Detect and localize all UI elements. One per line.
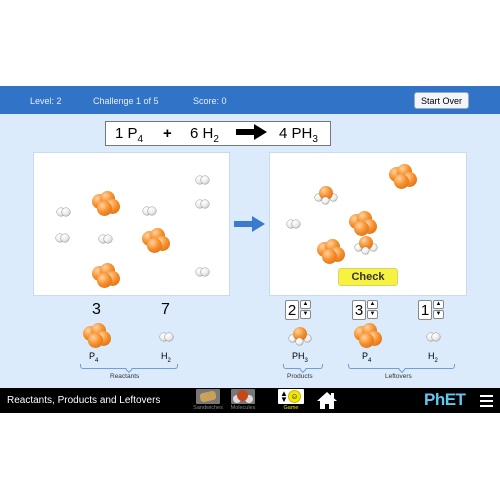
nav-label: Molecules [230, 405, 256, 411]
p4-molecule [317, 239, 345, 265]
nav-label: Game [283, 405, 299, 411]
phet-logo[interactable]: PhET [424, 390, 466, 410]
increment-button[interactable]: ▲ [300, 300, 311, 309]
reactant1-term: 1 P4 [115, 125, 143, 145]
start-over-button[interactable]: Start Over [414, 92, 469, 109]
increment-button[interactable]: ▲ [367, 300, 378, 309]
h2-molecule [196, 268, 210, 276]
product-term: 4 PH3 [279, 125, 318, 145]
h2-icon [427, 333, 441, 341]
decrement-button[interactable]: ▼ [433, 310, 444, 319]
leftovers-label: Leftovers [385, 373, 412, 380]
increment-button[interactable]: ▲ [433, 300, 444, 309]
level-text: Level: 2 [30, 96, 62, 106]
formula-sub: 4 [368, 357, 372, 364]
reaction-arrow-icon [236, 123, 268, 145]
h2-molecule [196, 200, 210, 208]
formula: PH [292, 351, 305, 361]
p4-molecule [389, 164, 417, 190]
nav-sandwiches-button[interactable]: Sandwiches [191, 389, 225, 411]
hamburger-menu-icon[interactable] [480, 395, 493, 410]
nav-label: Sandwiches [193, 405, 223, 411]
formula-sub: 3 [304, 357, 308, 364]
check-button[interactable]: Check [338, 268, 398, 286]
h2-molecule [99, 235, 113, 243]
reactant2-sub: 2 [213, 134, 219, 145]
spinner-value[interactable]: 2 [285, 300, 299, 320]
spinner-value[interactable]: 3 [352, 300, 366, 320]
nav-molecules-button[interactable]: Molecules [226, 389, 260, 411]
reactants-label: Reactants [110, 373, 140, 380]
product-formula: PH [291, 125, 313, 142]
formula-sub: 4 [95, 357, 99, 364]
reactant2-term: 6 H2 [190, 125, 219, 145]
spinner-value[interactable]: 1 [418, 300, 432, 320]
h2-molecule [57, 208, 71, 216]
product-sub: 3 [312, 134, 318, 145]
h2-icon [160, 333, 174, 341]
products-bracket [283, 364, 323, 369]
equation-box: 1 P4 + 6 H2 4 PH3 [105, 121, 331, 146]
challenge-text: Challenge 1 of 5 [93, 96, 159, 106]
h2-molecule [56, 234, 70, 242]
h2-molecule [196, 176, 210, 184]
h2-molecule [287, 220, 301, 228]
reactants-bracket [80, 364, 178, 369]
ph3-molecule [315, 186, 337, 204]
leftovers-bracket [348, 364, 455, 369]
formula-sub: 2 [434, 357, 438, 364]
reactant2-formula: H [202, 125, 214, 142]
sandwich-icon [196, 389, 220, 404]
reactant-count-p4: 3 [92, 301, 101, 318]
p4-molecule [92, 263, 120, 289]
reactant2-coef: 6 [190, 125, 199, 142]
reactant-label-h2: H2 [161, 351, 171, 364]
sim-title: Reactants, Products and Leftovers [7, 395, 161, 406]
p4-icon [83, 323, 111, 349]
reactant-count-h2: 7 [161, 301, 170, 318]
reactant1-formula: P [127, 125, 138, 142]
product-label-ph3: PH3 [292, 351, 308, 364]
p4-molecule [142, 228, 170, 254]
smiley-icon: ▲ ▼ ☺ [278, 389, 304, 404]
formula-sub: 2 [167, 357, 171, 364]
h2-molecule [143, 207, 157, 215]
decrement-button[interactable]: ▼ [367, 310, 378, 319]
leftover-label-h2: H2 [428, 351, 438, 364]
plus-sign: + [163, 125, 172, 142]
decrement-button[interactable]: ▼ [300, 310, 311, 319]
reactant-label-p4: P4 [89, 351, 98, 364]
p4-molecule [349, 211, 377, 237]
home-icon [317, 392, 337, 409]
right-arrow-icon [234, 216, 266, 237]
leftover-label-p4: P4 [362, 351, 371, 364]
score-text: Score: 0 [193, 96, 227, 106]
products-label: Products [287, 373, 313, 380]
ph3-molecule [355, 236, 377, 254]
p4-icon [354, 323, 382, 349]
reactant1-coef: 1 [115, 125, 124, 142]
molecule-icon [231, 389, 255, 404]
nav-game-button[interactable]: ▲ ▼ ☺ Game [274, 389, 308, 411]
ph3-icon [289, 327, 311, 345]
home-button[interactable] [316, 391, 338, 415]
reactant1-sub: 4 [137, 134, 144, 145]
product-coef: 4 [279, 125, 288, 142]
p4-molecule [92, 191, 120, 217]
